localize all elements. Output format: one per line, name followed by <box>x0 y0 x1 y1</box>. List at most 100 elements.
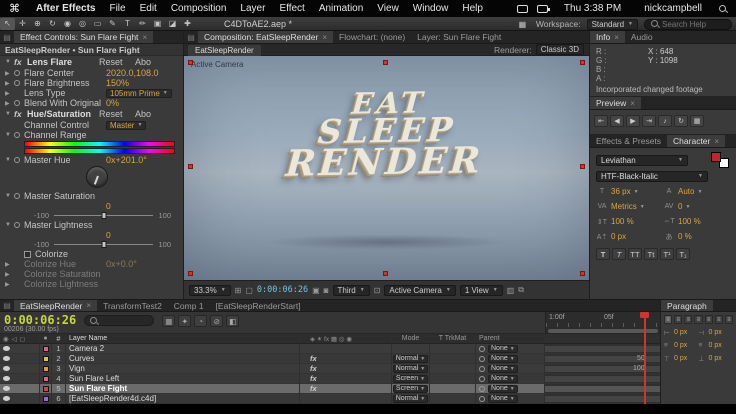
apple-menu-icon[interactable]: ⌘ <box>0 2 29 15</box>
twirl-icon[interactable]: ▼ <box>5 111 14 117</box>
close-icon[interactable]: × <box>322 33 327 42</box>
layer-track[interactable] <box>545 384 660 393</box>
master-lightness-value[interactable]: 0 <box>106 230 111 240</box>
space-after-field[interactable]: ≡ 0 px <box>699 342 734 349</box>
justify-last-center-button[interactable]: ≡ <box>704 315 713 324</box>
master-lightness-slider[interactable]: -100 100 <box>0 239 183 249</box>
safe-zones-icon[interactable]: ⊞ <box>235 286 242 295</box>
brush-tool-icon[interactable]: ✏ <box>135 18 150 30</box>
roi-icon[interactable]: ⊡ <box>374 286 381 295</box>
about-link[interactable]: Abo <box>135 57 151 67</box>
eye-toggle-icon[interactable] <box>3 346 10 351</box>
stopwatch-icon[interactable] <box>14 222 24 228</box>
lens-type-dropdown[interactable]: 105mm Prime ▼ <box>106 88 172 98</box>
close-icon[interactable]: × <box>614 33 619 42</box>
layer-track[interactable] <box>545 374 660 383</box>
shape-tool-icon[interactable]: ▭ <box>90 18 105 30</box>
stopwatch-icon[interactable] <box>14 70 24 76</box>
blend-value[interactable]: 0% <box>106 98 119 108</box>
justify-last-left-button[interactable]: ≡ <box>694 315 703 324</box>
layer-track[interactable]: 50 <box>545 354 660 363</box>
close-icon[interactable]: × <box>630 99 635 108</box>
workspace-dropdown[interactable]: Standard ▼ <box>586 18 638 30</box>
space-before-field[interactable]: ≡ 0 px <box>664 342 699 349</box>
twirl-icon[interactable]: ▶ <box>5 100 14 107</box>
stopwatch-icon[interactable] <box>14 193 24 199</box>
timeline-tab-transformtest2[interactable]: TransformTest2 <box>97 300 168 311</box>
twirl-icon[interactable]: ▶ <box>5 70 14 77</box>
layer-handle[interactable] <box>188 60 193 65</box>
panel-menu-icon[interactable]: ▤ <box>184 31 198 43</box>
menu-composition[interactable]: Composition <box>164 3 234 14</box>
layer-row-curves[interactable]: 2 Curves fx Normal ▼ None ▼ 50 <box>0 354 660 364</box>
paragraph-extra-field[interactable]: ⊥ 0 px <box>699 355 734 363</box>
snapshot-icon[interactable]: ▣ <box>312 286 320 295</box>
reset-button[interactable]: Reset <box>99 109 135 119</box>
parent-pickwhip-icon[interactable] <box>479 365 485 372</box>
kerning-control[interactable]: VA Metrics ▼ <box>596 202 663 211</box>
puppet-tool-icon[interactable]: ✚ <box>180 18 195 30</box>
twirl-icon[interactable]: ▼ <box>5 222 14 228</box>
renderer-button[interactable]: Classic 3D <box>535 44 584 55</box>
view-layout-dropdown[interactable]: 1 View ▼ <box>459 284 503 296</box>
selection-tool-icon[interactable]: ↖ <box>0 17 15 30</box>
indent-right-field[interactable]: ⊣ 0 px <box>699 329 734 337</box>
layer-track[interactable] <box>545 394 660 403</box>
blend-mode-dropdown[interactable]: Screen ▼ <box>392 374 429 383</box>
work-area-bar[interactable] <box>548 329 658 333</box>
stopwatch-icon[interactable] <box>14 132 24 138</box>
pixel-aspect-icon[interactable]: ▥ <box>507 286 515 295</box>
layer-row-sun-flare-left[interactable]: 4 Sun Flare Left fx Screen ▼ None ▼ <box>0 374 660 384</box>
menu-after-effects[interactable]: After Effects <box>29 3 102 14</box>
pen-tool-icon[interactable]: ✎ <box>105 18 120 30</box>
layer-handle[interactable] <box>580 60 585 65</box>
label-color-swatch[interactable] <box>42 345 49 352</box>
layer-row-eatsleeprender4d[interactable]: 6 [EatSleepRender4d.c4d] Normal ▼ None ▼ <box>0 394 660 404</box>
stopwatch-icon[interactable] <box>14 80 24 86</box>
layer-row-sun-flare-fight[interactable]: 5 Sun Flare Fight fx Screen ▼ None ▼ <box>0 384 660 394</box>
parent-dropdown[interactable]: None ▼ <box>488 374 518 383</box>
effect-header-hue-saturation[interactable]: ▼ fx Hue/Saturation Reset Abo <box>0 108 183 120</box>
label-color-swatch[interactable] <box>42 365 49 372</box>
fill-color-swatch[interactable] <box>711 152 721 162</box>
subscript-button[interactable]: T₁ <box>676 248 690 260</box>
timeline-tab-eatsleeprender[interactable]: EatSleepRender × <box>14 300 98 311</box>
frame-blending-icon[interactable]: ⊘ <box>210 315 224 327</box>
tsume-control[interactable]: あ 0 % <box>663 232 730 242</box>
layer-handle[interactable] <box>383 60 388 65</box>
blend-mode-dropdown[interactable]: Normal ▼ <box>392 364 429 373</box>
layer-handle[interactable] <box>188 164 193 169</box>
tab-character[interactable]: Character × <box>667 135 726 147</box>
fx-switch-icon[interactable]: fx <box>310 364 317 373</box>
label-color-swatch[interactable] <box>42 355 49 362</box>
motion-blur-icon[interactable]: ◧ <box>226 315 240 327</box>
align-left-button[interactable]: ≡ <box>664 315 673 324</box>
eye-toggle-icon[interactable] <box>3 356 10 361</box>
pan-behind-tool-icon[interactable]: ◎ <box>75 18 90 30</box>
tab-preview[interactable]: Preview × <box>590 97 641 109</box>
current-timecode[interactable]: 0:00:06:26 <box>4 314 76 326</box>
first-frame-button[interactable]: ⇤ <box>594 115 608 127</box>
comp-name-tab[interactable]: EatSleepRender <box>188 44 261 56</box>
menubar-username[interactable]: nickcampbell <box>637 3 709 14</box>
layer-handle[interactable] <box>580 271 585 276</box>
parent-pickwhip-icon[interactable] <box>479 395 485 402</box>
layer-handle[interactable] <box>188 271 193 276</box>
menu-file[interactable]: File <box>102 3 132 14</box>
previous-frame-button[interactable]: ◀ <box>610 115 624 127</box>
first-line-indent-field[interactable]: ⊤ 0 px <box>664 355 699 363</box>
tab-paragraph[interactable]: Paragraph <box>661 300 713 311</box>
reset-button[interactable]: Reset <box>99 57 135 67</box>
eye-toggle-icon[interactable] <box>3 386 10 391</box>
parent-pickwhip-icon[interactable] <box>479 375 485 382</box>
hand-tool-icon[interactable]: ✛ <box>15 18 30 30</box>
leading-control[interactable]: A Auto ▼ <box>663 187 730 196</box>
font-size-control[interactable]: T 36 px ▼ <box>596 187 663 196</box>
faux-bold-button[interactable]: T <box>596 248 610 260</box>
twirl-icon[interactable]: ▶ <box>5 80 14 87</box>
parent-pickwhip-icon[interactable] <box>479 355 485 362</box>
fill-stroke-swatches[interactable] <box>709 152 731 168</box>
tab-flowchart[interactable]: Flowchart: (none) <box>333 31 411 43</box>
flare-brightness-value[interactable]: 150% <box>106 78 129 88</box>
camera-view-dropdown[interactable]: Active Camera ▼ <box>384 284 456 296</box>
